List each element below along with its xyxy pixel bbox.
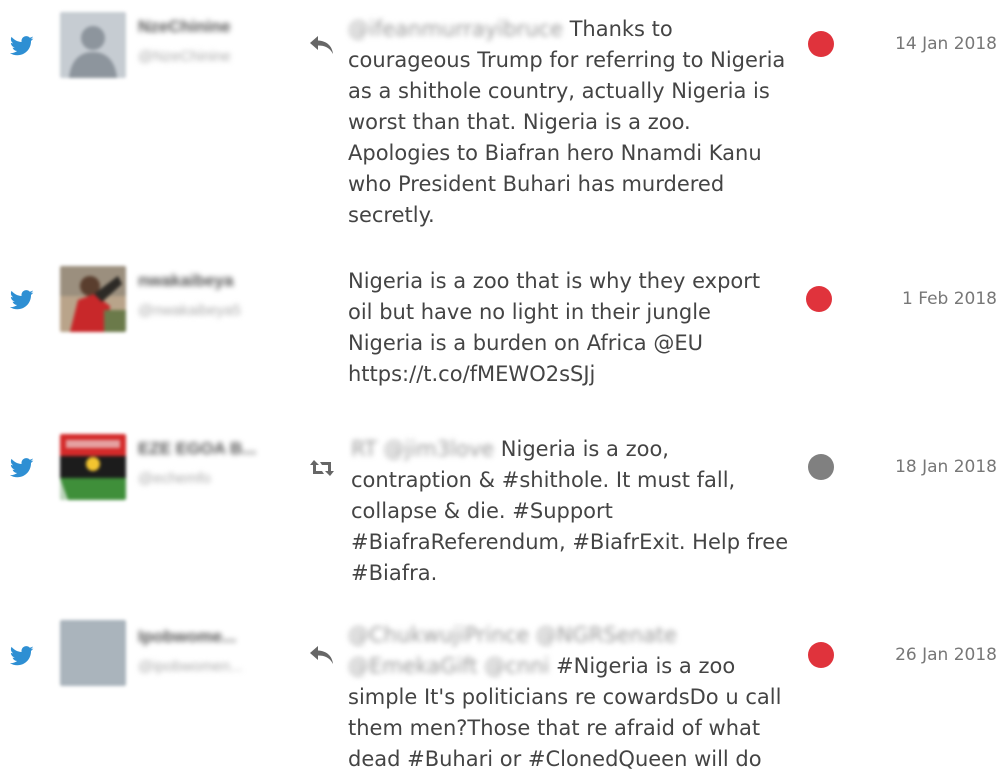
tweet-date: 26 Jan 2018 bbox=[895, 645, 997, 665]
tweet-feed: NzeChinine @NzeChinine @ifeanmurrayibruc… bbox=[0, 0, 1001, 772]
user-info[interactable]: NzeChinine @NzeChinine bbox=[138, 16, 288, 68]
tweet-date: 14 Jan 2018 bbox=[895, 34, 997, 54]
tweet-date: 18 Jan 2018 bbox=[895, 457, 997, 477]
sentiment-dot bbox=[806, 286, 832, 312]
tweet-body: Thanks to courageous Trump for referring… bbox=[348, 17, 786, 227]
tweet-text: @ifeanmurrayibruce Thanks to courageous … bbox=[348, 14, 788, 231]
twitter-bird-icon bbox=[9, 290, 34, 310]
user-info[interactable]: Ipobwome... @ipobwomen... bbox=[138, 626, 288, 678]
tweet-text: RT @jim3love Nigeria is a zoo, contrapti… bbox=[351, 434, 791, 589]
user-handle[interactable]: @NzeChinine bbox=[138, 46, 288, 68]
sentiment-dot bbox=[808, 642, 834, 668]
avatar[interactable] bbox=[60, 434, 126, 500]
user-display-name[interactable]: EZE EGOA B... bbox=[138, 438, 288, 460]
user-handle[interactable]: @nwakaibeya5 bbox=[138, 300, 288, 322]
tweet-row[interactable]: NzeChinine @NzeChinine @ifeanmurrayibruc… bbox=[0, 0, 1001, 240]
avatar[interactable] bbox=[60, 620, 126, 686]
tweet-row[interactable]: nwakaibeya @nwakaibeya5 Nigeria is a zoo… bbox=[0, 250, 1001, 410]
reply-icon[interactable] bbox=[308, 34, 336, 58]
sentiment-dot bbox=[808, 454, 834, 480]
tweet-body: Nigeria is a zoo that is why they export… bbox=[348, 269, 761, 386]
twitter-bird-icon bbox=[9, 36, 34, 56]
user-handle[interactable]: @echemfo bbox=[138, 468, 288, 490]
tweet-mention[interactable]: @ifeanmurrayibruce bbox=[348, 17, 563, 41]
tweet-row[interactable]: Ipobwome... @ipobwomen... @ChukwujiPrinc… bbox=[0, 610, 1001, 772]
reply-icon[interactable] bbox=[308, 644, 336, 668]
user-display-name[interactable]: Ipobwome... bbox=[138, 626, 288, 648]
twitter-bird-icon bbox=[9, 458, 34, 478]
tweet-date: 1 Feb 2018 bbox=[902, 289, 997, 309]
tweet-mention[interactable]: RT @jim3love bbox=[351, 437, 494, 461]
avatar[interactable] bbox=[60, 266, 126, 332]
tweet-text: @ChukwujiPrince @NGRSenate @EmekaGift @c… bbox=[348, 620, 798, 775]
tweet-text: Nigeria is a zoo that is why they export… bbox=[348, 266, 788, 390]
retweet-icon[interactable] bbox=[308, 456, 336, 480]
twitter-bird-icon bbox=[9, 646, 34, 666]
tweet-row[interactable]: EZE EGOA B... @echemfo RT @jim3love Nige… bbox=[0, 420, 1001, 600]
user-display-name[interactable]: nwakaibeya bbox=[138, 270, 288, 292]
sentiment-dot bbox=[808, 31, 834, 57]
user-info[interactable]: EZE EGOA B... @echemfo bbox=[138, 438, 288, 490]
user-display-name[interactable]: NzeChinine bbox=[138, 16, 288, 38]
avatar[interactable] bbox=[60, 12, 126, 78]
user-handle[interactable]: @ipobwomen... bbox=[138, 656, 288, 678]
user-info[interactable]: nwakaibeya @nwakaibeya5 bbox=[138, 270, 288, 322]
